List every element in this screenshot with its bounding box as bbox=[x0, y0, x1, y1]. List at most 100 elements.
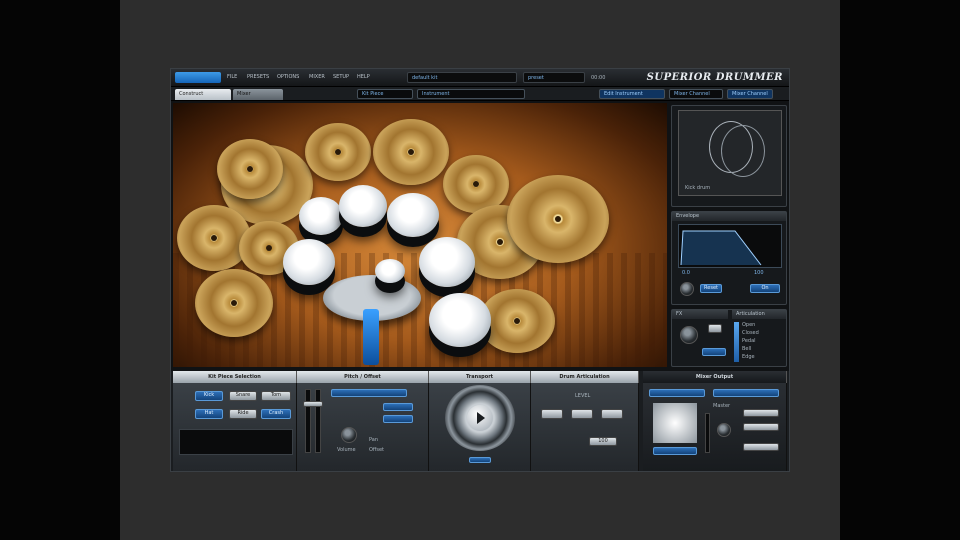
kit-btn-tom[interactable]: Tom bbox=[261, 391, 291, 401]
kit-btn-crash[interactable]: Crash bbox=[261, 409, 291, 419]
kick-pedal[interactable] bbox=[363, 309, 379, 365]
cymbal-crash-2[interactable] bbox=[373, 119, 449, 185]
tom-3[interactable] bbox=[387, 193, 439, 237]
fx-knob[interactable] bbox=[680, 326, 698, 344]
status-readout: 00:00 bbox=[591, 75, 606, 81]
menu-help[interactable]: HELP bbox=[357, 74, 370, 82]
pan-fader-track[interactable] bbox=[315, 389, 321, 453]
channel-toggle[interactable]: Mixer Channel bbox=[727, 89, 773, 99]
instrument-preview: Kick drum bbox=[678, 110, 782, 196]
menu-presets[interactable]: PRESETS bbox=[247, 74, 269, 82]
menu-mixer[interactable]: MIXER bbox=[309, 74, 325, 82]
kit-btn-hat[interactable]: Hat bbox=[195, 409, 223, 419]
instrument-caption: Kick drum bbox=[685, 185, 711, 191]
artic-level-label: LEVEL bbox=[575, 393, 591, 399]
section-title-pitch: Pitch / Offset bbox=[297, 371, 429, 383]
menu-setup[interactable]: SETUP bbox=[333, 74, 349, 82]
artic-option-pedal[interactable]: Pedal bbox=[742, 338, 756, 344]
envelope-value-left: 0.0 bbox=[682, 270, 690, 276]
transport-section bbox=[429, 383, 531, 471]
volume-fader-track[interactable] bbox=[305, 389, 311, 453]
floor-tom-1[interactable] bbox=[419, 237, 475, 287]
offset-btn-1[interactable] bbox=[383, 403, 413, 411]
cymbal-crash-low[interactable] bbox=[195, 269, 273, 337]
pitch-label-offset: Offset bbox=[369, 447, 385, 453]
mixer-btn-2[interactable] bbox=[743, 423, 779, 431]
mixer-fader[interactable] bbox=[705, 413, 710, 453]
transport-indicator bbox=[469, 457, 491, 463]
mixer-master-label: Master bbox=[713, 403, 731, 409]
tab-construct[interactable]: Construct bbox=[175, 89, 231, 100]
mixer-knob[interactable] bbox=[717, 423, 731, 437]
menu-button[interactable] bbox=[175, 72, 221, 83]
kit-btn-snare[interactable]: Snare bbox=[229, 391, 257, 401]
mixer-section: Master bbox=[643, 383, 787, 471]
snare-drum[interactable] bbox=[375, 259, 405, 283]
section-title-transport: Transport bbox=[429, 371, 531, 383]
artic-btn-2[interactable] bbox=[571, 409, 593, 419]
preset-dropdown[interactable]: preset bbox=[523, 72, 585, 83]
pitch-label-volume: Volume bbox=[337, 447, 356, 453]
artic-value-field[interactable]: 100 bbox=[589, 437, 617, 446]
mixer-bus-field[interactable] bbox=[713, 389, 779, 397]
mixer-channel-field[interactable]: Mixer Channel bbox=[669, 89, 723, 99]
kit-display bbox=[179, 429, 293, 455]
section-title-articulation: Drum Articulation bbox=[531, 371, 639, 383]
kit-btn-ride[interactable]: Ride bbox=[229, 409, 257, 419]
fader-handle[interactable] bbox=[303, 401, 323, 407]
kit-dropdown[interactable]: default kit bbox=[407, 72, 517, 83]
pitch-knob[interactable] bbox=[341, 427, 357, 443]
tom-4[interactable] bbox=[283, 239, 335, 285]
kit-btn-kick[interactable]: Kick bbox=[195, 391, 223, 401]
envelope-curve bbox=[680, 230, 762, 266]
artic-btn-3[interactable] bbox=[601, 409, 623, 419]
cymbal-crash-1[interactable] bbox=[305, 123, 371, 181]
letterbox-left bbox=[0, 0, 120, 540]
fx-assign-button[interactable] bbox=[702, 348, 726, 356]
section-title-mixer: Mixer Output bbox=[643, 371, 787, 383]
instrument-field[interactable]: Instrument bbox=[417, 89, 525, 99]
edit-instrument-button[interactable]: Edit Instrument bbox=[599, 89, 665, 99]
brand-logo: SUPERIOR DRUMMER bbox=[646, 72, 783, 83]
envelope-on-button[interactable]: On bbox=[750, 284, 780, 293]
pitch-display[interactable] bbox=[331, 389, 407, 397]
artic-option-bell[interactable]: Bell bbox=[742, 346, 751, 352]
artic-checkbox-strip[interactable] bbox=[734, 322, 739, 362]
pitch-section: Volume Pan Offset bbox=[297, 383, 429, 471]
tom-1[interactable] bbox=[299, 197, 343, 235]
menu-file[interactable]: FILE bbox=[227, 74, 237, 82]
transport-dial[interactable] bbox=[445, 385, 515, 451]
kit-piece-field[interactable]: Kit Piece bbox=[357, 89, 413, 99]
artic-option-open[interactable]: Open bbox=[742, 322, 755, 328]
articulation-title: Articulation bbox=[732, 310, 786, 319]
envelope-reset-button[interactable]: Reset bbox=[700, 284, 722, 293]
tab-mixer[interactable]: Mixer bbox=[233, 89, 283, 100]
instrument-preview-panel: Kick drum bbox=[671, 105, 787, 207]
play-icon bbox=[477, 412, 485, 424]
menu-options[interactable]: OPTIONS bbox=[277, 74, 299, 82]
drum-app-window: FILE PRESETS OPTIONS MIXER SETUP HELP de… bbox=[170, 68, 790, 472]
articulation-section: LEVEL 100 bbox=[531, 383, 639, 471]
play-button[interactable] bbox=[467, 405, 493, 431]
floor-tom-2[interactable] bbox=[429, 293, 491, 347]
section-title-kit-piece: Kit Piece Selection bbox=[173, 371, 297, 383]
mixer-btn-3[interactable] bbox=[743, 443, 779, 451]
envelope-graph[interactable] bbox=[678, 224, 782, 268]
fx-title: FX bbox=[672, 310, 728, 319]
artic-btn-1[interactable] bbox=[541, 409, 563, 419]
envelope-panel: Envelope 0.0 100 Reset On bbox=[671, 211, 787, 305]
offset-btn-2[interactable] bbox=[383, 415, 413, 423]
artic-option-closed[interactable]: Closed bbox=[742, 330, 759, 336]
mixer-preset-field[interactable] bbox=[649, 389, 705, 397]
cymbal-splash[interactable] bbox=[217, 139, 283, 199]
artic-option-edge[interactable]: Edge bbox=[742, 354, 755, 360]
fx-button[interactable] bbox=[708, 324, 722, 333]
tom-2[interactable] bbox=[339, 185, 387, 227]
mixer-pad-label[interactable] bbox=[653, 447, 697, 455]
mixer-pad[interactable] bbox=[653, 403, 697, 443]
mixer-btn-1[interactable] bbox=[743, 409, 779, 417]
video-frame: FILE PRESETS OPTIONS MIXER SETUP HELP de… bbox=[120, 0, 840, 540]
cymbal-ride[interactable] bbox=[507, 175, 609, 263]
envelope-title: Envelope bbox=[672, 212, 786, 221]
envelope-knob[interactable] bbox=[680, 282, 694, 296]
